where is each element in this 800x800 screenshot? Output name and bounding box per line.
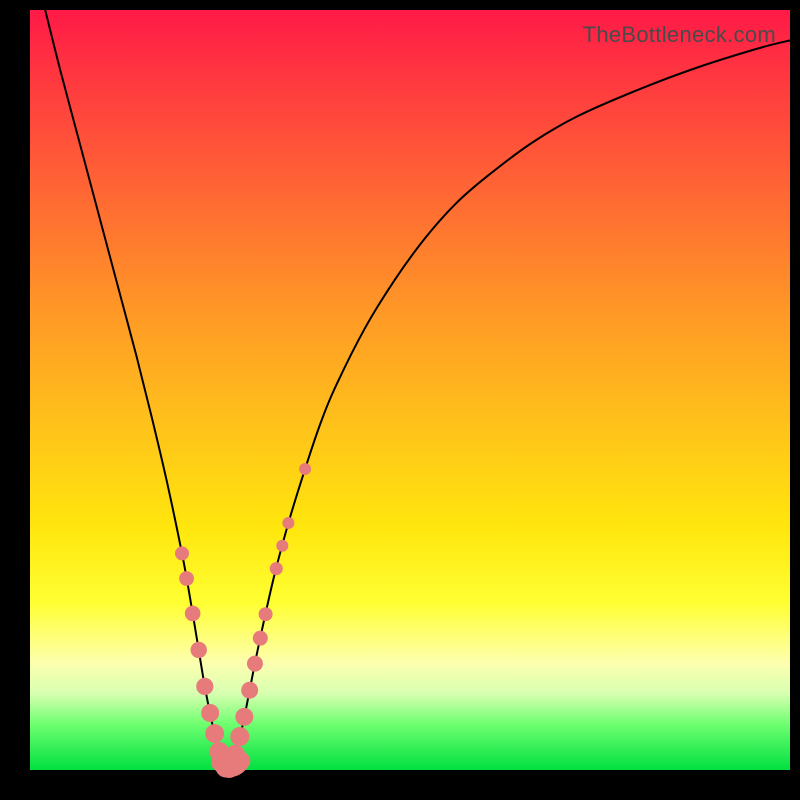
valley-cap <box>220 761 241 768</box>
bead <box>270 562 283 575</box>
bead <box>253 631 268 646</box>
bead <box>247 656 263 672</box>
bead <box>191 642 207 658</box>
bead <box>235 708 253 726</box>
outer-frame: TheBottleneck.com <box>0 0 800 800</box>
bead <box>259 607 273 621</box>
bead <box>276 540 288 552</box>
bead-group <box>175 463 311 778</box>
bead <box>201 704 219 722</box>
bead <box>282 517 294 529</box>
bead <box>175 546 189 560</box>
bead <box>205 724 224 743</box>
bead <box>241 682 258 699</box>
curve-layer <box>30 10 790 770</box>
bead <box>230 727 249 746</box>
bead <box>196 678 213 695</box>
bead <box>179 571 194 586</box>
bead <box>299 463 311 475</box>
right-curve <box>228 40 790 770</box>
plot-area: TheBottleneck.com <box>30 10 790 770</box>
bead <box>185 606 201 622</box>
